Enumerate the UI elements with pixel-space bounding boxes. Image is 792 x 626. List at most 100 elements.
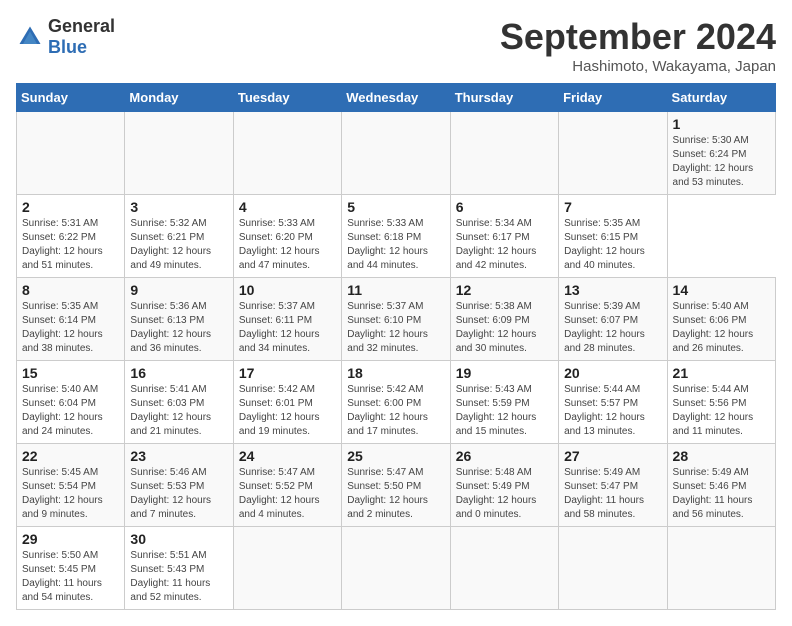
- day-number: 21: [673, 365, 770, 381]
- logo-icon: [16, 23, 44, 51]
- calendar-cell: [233, 527, 341, 610]
- header-wednesday: Wednesday: [342, 84, 450, 112]
- day-number: 13: [564, 282, 661, 298]
- day-details: Sunrise: 5:32 AMSunset: 6:21 PMDaylight:…: [130, 217, 227, 273]
- calendar-cell: 8 Sunrise: 5:35 AMSunset: 6:14 PMDaylight…: [17, 278, 125, 361]
- day-number: 27: [564, 448, 661, 464]
- calendar-cell: [450, 112, 558, 195]
- day-number: 4: [239, 199, 336, 215]
- day-details: Sunrise: 5:31 AMSunset: 6:22 PMDaylight:…: [22, 217, 119, 273]
- logo-general: General: [48, 16, 115, 36]
- day-details: Sunrise: 5:35 AMSunset: 6:15 PMDaylight:…: [564, 217, 661, 273]
- day-number: 29: [22, 531, 119, 547]
- day-number: 24: [239, 448, 336, 464]
- calendar-cell: [342, 527, 450, 610]
- day-details: Sunrise: 5:38 AMSunset: 6:09 PMDaylight:…: [456, 300, 553, 356]
- day-details: Sunrise: 5:36 AMSunset: 6:13 PMDaylight:…: [130, 300, 227, 356]
- day-details: Sunrise: 5:51 AMSunset: 5:43 PMDaylight:…: [130, 549, 227, 605]
- day-number: 8: [22, 282, 119, 298]
- day-number: 16: [130, 365, 227, 381]
- day-details: Sunrise: 5:46 AMSunset: 5:53 PMDaylight:…: [130, 466, 227, 522]
- calendar-cell: 1 Sunrise: 5:30 AMSunset: 6:24 PMDaylight…: [667, 112, 775, 195]
- day-number: 14: [673, 282, 770, 298]
- calendar-cell: 9 Sunrise: 5:36 AMSunset: 6:13 PMDaylight…: [125, 278, 233, 361]
- day-details: Sunrise: 5:44 AMSunset: 5:56 PMDaylight:…: [673, 383, 770, 439]
- calendar-cell: [125, 112, 233, 195]
- calendar-cell: 3 Sunrise: 5:32 AMSunset: 6:21 PMDaylight…: [125, 195, 233, 278]
- calendar-cell: 13 Sunrise: 5:39 AMSunset: 6:07 PMDayligh…: [559, 278, 667, 361]
- calendar-cell: 16Sunrise: 5:41 AMSunset: 6:03 PMDayligh…: [125, 361, 233, 444]
- day-number: 19: [456, 365, 553, 381]
- day-number: 30: [130, 531, 227, 547]
- day-number: 15: [22, 365, 119, 381]
- day-details: Sunrise: 5:48 AMSunset: 5:49 PMDaylight:…: [456, 466, 553, 522]
- day-number: 28: [673, 448, 770, 464]
- day-number: 20: [564, 365, 661, 381]
- day-details: Sunrise: 5:42 AMSunset: 6:00 PMDaylight:…: [347, 383, 444, 439]
- calendar-cell: 12 Sunrise: 5:38 AMSunset: 6:09 PMDayligh…: [450, 278, 558, 361]
- day-number: 10: [239, 282, 336, 298]
- calendar-cell: 25 Sunrise: 5:47 AMSunset: 5:50 PMDayligh…: [342, 444, 450, 527]
- calendar-cell: 28 Sunrise: 5:49 AMSunset: 5:46 PMDayligh…: [667, 444, 775, 527]
- header: General Blue September 2024 Hashimoto, W…: [16, 16, 776, 75]
- calendar-cell: 26 Sunrise: 5:48 AMSunset: 5:49 PMDayligh…: [450, 444, 558, 527]
- day-number: 18: [347, 365, 444, 381]
- header-monday: Monday: [125, 84, 233, 112]
- day-details: Sunrise: 5:39 AMSunset: 6:07 PMDaylight:…: [564, 300, 661, 356]
- day-details: Sunrise: 5:42 AMSunset: 6:01 PMDaylight:…: [239, 383, 336, 439]
- day-details: Sunrise: 5:40 AMSunset: 6:06 PMDaylight:…: [673, 300, 770, 356]
- header-thursday: Thursday: [450, 84, 558, 112]
- day-details: Sunrise: 5:47 AMSunset: 5:52 PMDaylight:…: [239, 466, 336, 522]
- day-details: Sunrise: 5:49 AMSunset: 5:47 PMDaylight:…: [564, 466, 661, 522]
- day-number: 25: [347, 448, 444, 464]
- calendar-cell: [17, 112, 125, 195]
- day-number: 1: [673, 116, 770, 132]
- day-details: Sunrise: 5:37 AMSunset: 6:10 PMDaylight:…: [347, 300, 444, 356]
- calendar-body: 1 Sunrise: 5:30 AMSunset: 6:24 PMDaylight…: [17, 112, 776, 610]
- calendar-cell: 10Sunrise: 5:37 AMSunset: 6:11 PMDayligh…: [233, 278, 341, 361]
- calendar-cell: 4 Sunrise: 5:33 AMSunset: 6:20 PMDaylight…: [233, 195, 341, 278]
- day-number: 12: [456, 282, 553, 298]
- calendar-cell: 21 Sunrise: 5:44 AMSunset: 5:56 PMDayligh…: [667, 361, 775, 444]
- day-details: Sunrise: 5:35 AMSunset: 6:14 PMDaylight:…: [22, 300, 119, 356]
- calendar-cell: 6 Sunrise: 5:34 AMSunset: 6:17 PMDaylight…: [450, 195, 558, 278]
- day-number: 7: [564, 199, 661, 215]
- day-details: Sunrise: 5:40 AMSunset: 6:04 PMDaylight:…: [22, 383, 119, 439]
- day-details: Sunrise: 5:30 AMSunset: 6:24 PMDaylight:…: [673, 134, 770, 190]
- day-number: 2: [22, 199, 119, 215]
- day-details: Sunrise: 5:49 AMSunset: 5:46 PMDaylight:…: [673, 466, 770, 522]
- calendar-cell: 24 Sunrise: 5:47 AMSunset: 5:52 PMDayligh…: [233, 444, 341, 527]
- calendar-cell: 17Sunrise: 5:42 AMSunset: 6:01 PMDayligh…: [233, 361, 341, 444]
- calendar-cell: 20 Sunrise: 5:44 AMSunset: 5:57 PMDayligh…: [559, 361, 667, 444]
- calendar-cell: [233, 112, 341, 195]
- day-details: Sunrise: 5:33 AMSunset: 6:18 PMDaylight:…: [347, 217, 444, 273]
- calendar-cell: 15 Sunrise: 5:40 AMSunset: 6:04 PMDayligh…: [17, 361, 125, 444]
- day-details: Sunrise: 5:43 AMSunset: 5:59 PMDaylight:…: [456, 383, 553, 439]
- calendar-cell: [559, 112, 667, 195]
- day-number: 11: [347, 282, 444, 298]
- logo: General Blue: [16, 16, 115, 58]
- day-number: 3: [130, 199, 227, 215]
- calendar-cell: [342, 112, 450, 195]
- calendar-cell: 7 Sunrise: 5:35 AMSunset: 6:15 PMDaylight…: [559, 195, 667, 278]
- day-details: Sunrise: 5:47 AMSunset: 5:50 PMDaylight:…: [347, 466, 444, 522]
- day-details: Sunrise: 5:44 AMSunset: 5:57 PMDaylight:…: [564, 383, 661, 439]
- day-details: Sunrise: 5:33 AMSunset: 6:20 PMDaylight:…: [239, 217, 336, 273]
- calendar-cell: [450, 527, 558, 610]
- calendar-cell: 14 Sunrise: 5:40 AMSunset: 6:06 PMDayligh…: [667, 278, 775, 361]
- day-number: 26: [456, 448, 553, 464]
- day-number: 6: [456, 199, 553, 215]
- month-title: September 2024: [500, 16, 776, 58]
- day-details: Sunrise: 5:45 AMSunset: 5:54 PMDaylight:…: [22, 466, 119, 522]
- calendar-cell: 22 Sunrise: 5:45 AMSunset: 5:54 PMDayligh…: [17, 444, 125, 527]
- calendar-table: Sunday Monday Tuesday Wednesday Thursday…: [16, 83, 776, 610]
- header-sunday: Sunday: [17, 84, 125, 112]
- calendar-cell: 2 Sunrise: 5:31 AMSunset: 6:22 PMDaylight…: [17, 195, 125, 278]
- calendar-cell: 5Sunrise: 5:33 AMSunset: 6:18 PMDaylight…: [342, 195, 450, 278]
- calendar-header: Sunday Monday Tuesday Wednesday Thursday…: [17, 84, 776, 112]
- title-area: September 2024 Hashimoto, Wakayama, Japa…: [500, 16, 776, 75]
- calendar-cell: 19 Sunrise: 5:43 AMSunset: 5:59 PMDayligh…: [450, 361, 558, 444]
- day-details: Sunrise: 5:34 AMSunset: 6:17 PMDaylight:…: [456, 217, 553, 273]
- day-number: 22: [22, 448, 119, 464]
- day-number: 9: [130, 282, 227, 298]
